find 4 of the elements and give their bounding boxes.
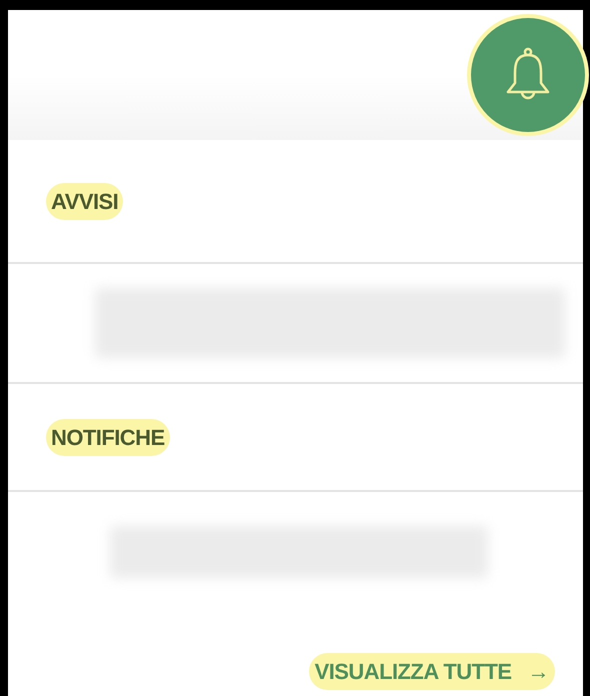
section-heading: NOTIFICHE — [46, 418, 170, 456]
notification-bell-button[interactable] — [471, 18, 585, 132]
section-heading: AVVISI — [46, 182, 124, 220]
view-all-link[interactable]: VISUALIZZA TUTTE → — [308, 653, 555, 690]
